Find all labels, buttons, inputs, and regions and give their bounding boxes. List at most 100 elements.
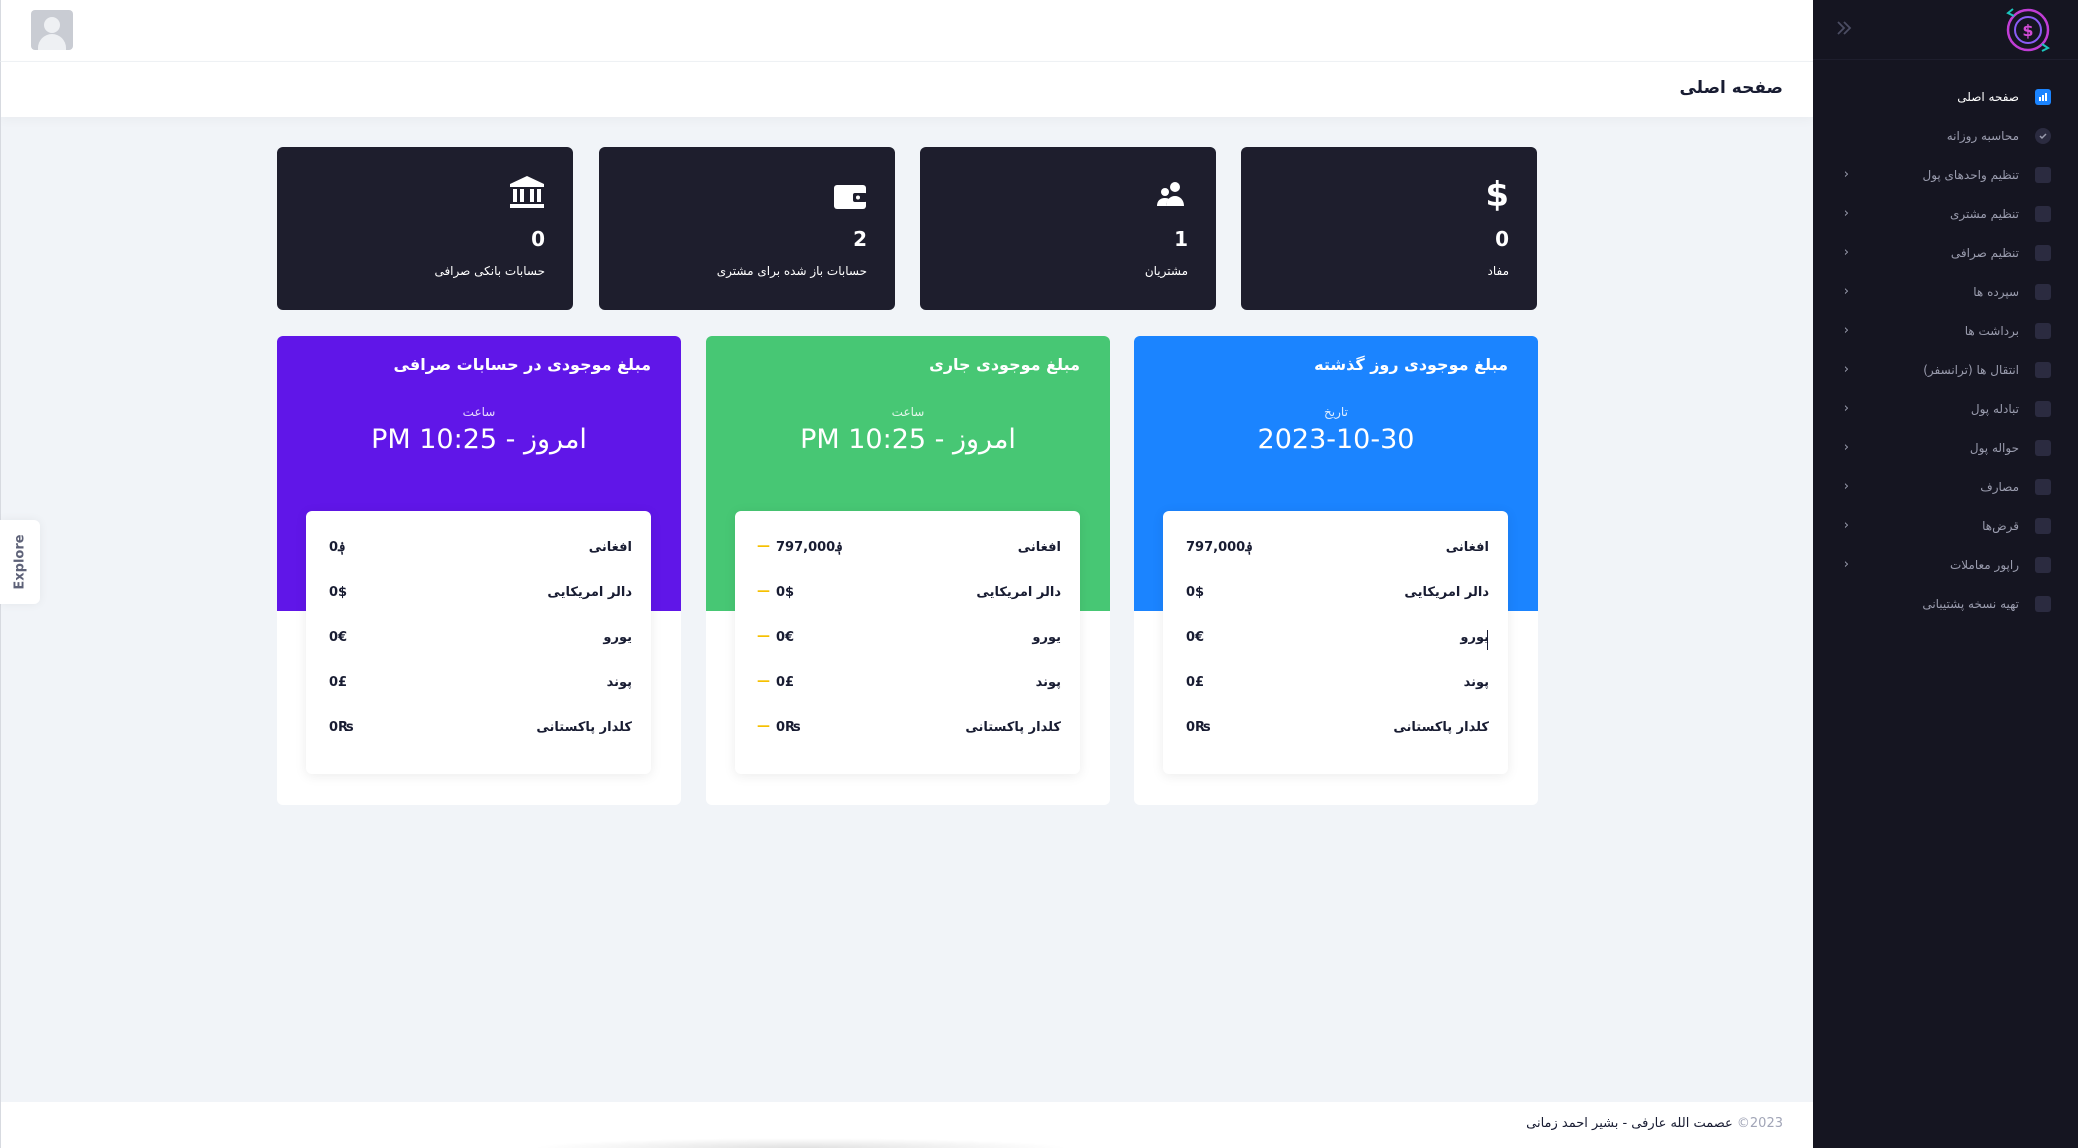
explore-tab[interactable]: Explore — [0, 520, 40, 604]
currency-name: دالر امریکایی — [1404, 585, 1489, 600]
chevron-left-icon: ‹ — [1843, 167, 1849, 182]
chart-icon — [2035, 88, 2051, 105]
chevron-left-icon: ‹ — [1843, 518, 1849, 533]
balance-row: کلدار پاکستانی — 0₨ — [735, 707, 1080, 752]
sidebar-item-label: تهیه نسخه پشتیبانی — [1922, 596, 2019, 611]
chevron-left-icon: ‹ — [1843, 206, 1849, 221]
sidebar-item-label: قرض‌ها — [1982, 518, 2019, 533]
currency-amount: 0€ — [329, 630, 348, 645]
exchange-icon — [2035, 400, 2051, 417]
currency-amount: 0€ — [776, 630, 795, 645]
balance-card-sub-label: ساعت — [462, 405, 496, 419]
sidebar-item-transfers[interactable]: انتقال ها (ترانسفر) ‹ — [1813, 350, 2078, 389]
stat-card-profit: $ 0 مفاد — [1241, 147, 1537, 310]
sidebar-item-label: تنظیم صرافی — [1950, 245, 2019, 260]
balance-row: پوند — 0£ — [735, 662, 1080, 707]
stat-card-customers: 1 مشتریان — [920, 147, 1216, 310]
avatar-body — [38, 34, 66, 50]
sidebar-item-label: راپور معاملات — [1949, 557, 2019, 572]
balance-row: پوند 0£ — [1163, 662, 1508, 707]
currency-amount: 0£ — [1186, 675, 1205, 690]
chevron-left-icon: ‹ — [1843, 362, 1849, 377]
footer-copyright: 2023© عصمت الله عارفی - بشیر احمد زمانی — [1526, 1116, 1783, 1131]
currency-name: یورو — [1032, 630, 1061, 645]
sidebar-item-home[interactable]: صفحه اصلی — [1813, 77, 2078, 116]
sidebar-item-customer-settings[interactable]: تنظیم مشتری ‹ — [1813, 194, 2078, 233]
sidebar-item-label: تبادله پول — [1970, 401, 2019, 416]
currency-amount: 0$ — [776, 585, 795, 600]
sidebar-item-transaction-reports[interactable]: راپور معاملات ‹ — [1813, 545, 2078, 584]
dollar-icon: $ — [1485, 175, 1509, 215]
bank-icon — [2035, 439, 2051, 456]
stat-card-accounts: 2 حسابات باز شده برای مشتری — [599, 147, 895, 310]
balance-row: یورو 0€ — [306, 617, 651, 662]
currency-amount: 797,000؋ — [776, 540, 843, 555]
app-logo[interactable]: $ — [2002, 4, 2054, 56]
chevron-left-icon: ‹ — [1843, 284, 1849, 299]
stat-label: مفاد — [1487, 264, 1510, 278]
user-avatar[interactable] — [31, 10, 73, 50]
scroll-shadow — [530, 1138, 1070, 1148]
trend-dash: — — [757, 584, 770, 599]
trend-dash: — — [757, 539, 770, 554]
wallet-icon — [833, 179, 867, 219]
currency-amount: 0£ — [329, 675, 348, 690]
grid-icon — [2035, 244, 2051, 261]
sidebar-item-daily-calculation[interactable]: محاسبه روزانه — [1813, 116, 2078, 155]
explore-label: Explore — [12, 534, 28, 590]
users-icon — [1156, 177, 1186, 217]
balance-row: دالر امریکایی — 0$ — [735, 572, 1080, 617]
stat-value: 2 — [853, 227, 867, 251]
sidebar-item-deposits[interactable]: سپرده ها ‹ — [1813, 272, 2078, 311]
chevron-left-icon: ‹ — [1843, 479, 1849, 494]
sidebar-item-exchange-settings[interactable]: تنظیم صرافی ‹ — [1813, 233, 2078, 272]
svg-text:$: $ — [2022, 21, 2033, 40]
sidebar-item-label: سپرده ها — [1973, 284, 2019, 299]
sidebar-item-label: صفحه اصلی — [1957, 89, 2019, 104]
currency-name: دالر امریکایی — [976, 585, 1061, 600]
balance-card-sub-label: تاریخ — [1324, 405, 1348, 419]
expense-icon — [2035, 478, 2051, 495]
sidebar-menu: صفحه اصلی محاسبه روزانه تنظیم واحدهای پو… — [1813, 77, 2078, 623]
page-toolbar: صفحه اصلی — [0, 62, 1813, 117]
trend-dash: — — [757, 719, 770, 734]
currency-amount: 0$ — [1186, 585, 1205, 600]
sidebar-item-label: محاسبه روزانه — [1946, 128, 2019, 143]
balance-row: افغانی 0؋ — [306, 527, 651, 572]
currency-icon — [2035, 166, 2051, 183]
currency-balance-list: افغانی 0؋ دالر امریکایی 0$ یورو 0€ پوند … — [306, 511, 651, 774]
sidebar-item-label: تنظیم مشتری — [1950, 206, 2019, 221]
balance-card-exchange-accounts: مبلغ موجودی در حسابات صرافی ساعت امروز -… — [277, 336, 681, 805]
sidebar-item-loans[interactable]: قرض‌ها ‹ — [1813, 506, 2078, 545]
chevron-left-icon: ‹ — [1843, 245, 1849, 260]
currency-name: پوند — [1463, 675, 1489, 690]
sidebar-item-money-remittance[interactable]: حواله پول ‹ — [1813, 428, 2078, 467]
currency-balance-list: افغانی — 797,000؋ دالر امریکایی — 0$ یور… — [735, 511, 1080, 774]
currency-name: دالر امریکایی — [547, 585, 632, 600]
currency-amount: 0₨ — [1186, 720, 1211, 735]
sidebar-item-currency-units[interactable]: تنظیم واحدهای پول ‹ — [1813, 155, 2078, 194]
balance-card-sub-label: ساعت — [891, 405, 925, 419]
sidebar-item-withdrawals[interactable]: برداشت ها ‹ — [1813, 311, 2078, 350]
currency-name: کلدار پاکستانی — [536, 720, 632, 735]
report-icon — [2035, 556, 2051, 573]
chevron-left-icon: ‹ — [1843, 323, 1849, 338]
currency-amount: 0₨ — [776, 720, 801, 735]
balance-card-title: مبلغ موجودی در حسابات صرافی — [393, 355, 651, 374]
sidebar-item-label: انتقال ها (ترانسفر) — [1923, 362, 2019, 377]
sidebar-item-money-exchange[interactable]: تبادله پول ‹ — [1813, 389, 2078, 428]
stat-value: 0 — [1495, 227, 1509, 251]
double-chevron-icon[interactable] — [1834, 18, 1858, 42]
footer-year: 2023© — [1736, 1116, 1783, 1131]
currency-amount: 0£ — [776, 675, 795, 690]
currency-name: پوند — [606, 675, 632, 690]
balance-row: کلدار پاکستانی 0₨ — [1163, 707, 1508, 752]
transfer-icon — [2035, 361, 2051, 378]
sidebar-item-backup[interactable]: تهیه نسخه پشتیبانی — [1813, 584, 2078, 623]
stat-card-bank-accounts: 0 حسابات بانکی صرافی — [277, 147, 573, 310]
stat-label: حسابات بانکی صرافی — [434, 264, 545, 278]
balance-row: دالر امریکایی 0$ — [1163, 572, 1508, 617]
currency-amount: 0؋ — [329, 540, 346, 555]
sidebar-item-label: حواله پول — [1969, 440, 2019, 455]
sidebar-item-expenses[interactable]: مصارف ‹ — [1813, 467, 2078, 506]
